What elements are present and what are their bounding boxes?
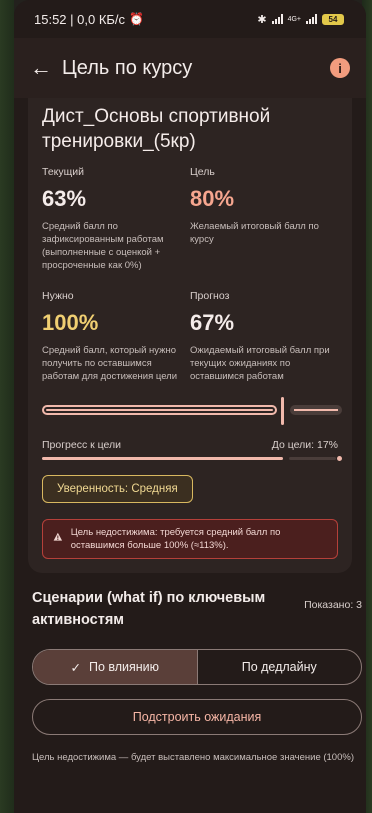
goal-summary-card: Дист_Основы спортивной тренировки_(5кр) … [28, 98, 352, 573]
tab-by-impact-label: По влиянию [88, 660, 160, 674]
alarm-icon: ⏰ [129, 12, 144, 26]
app-screen: 15:52 | 0,0 КБ/с ⏰ ✱ 4G+ 54 ← Цель по ку… [14, 0, 366, 813]
device-frame: 15:52 | 0,0 КБ/с ⏰ ✱ 4G+ 54 ← Цель по ку… [0, 0, 372, 813]
signal-icon-2 [306, 14, 317, 24]
app-bar: ← Цель по курсу i [14, 38, 366, 98]
course-title: Дист_Основы спортивной тренировки_(5кр) [42, 106, 271, 152]
warning-icon [53, 532, 63, 541]
status-bar: 15:52 | 0,0 КБ/с ⏰ ✱ 4G+ 54 [14, 0, 366, 38]
metric-current-value: 63% [42, 186, 87, 211]
metric-need: Нужно 100% Средний балл, который нужно п… [42, 290, 190, 383]
adjust-expectations-button[interactable]: Подстроить ожидания [32, 699, 362, 735]
metrics-row-1: Текущий 63% Средний балл по зафиксирован… [42, 166, 338, 272]
metric-goal: Цель 80% Желаемый итоговый балл по курсу [190, 166, 338, 272]
footer-note: Цель недостижима — будет выставлено макс… [32, 752, 354, 763]
metrics-row-2: Нужно 100% Средний балл, который нужно п… [42, 290, 338, 383]
status-time: 15:52 | 0,0 КБ/с [34, 11, 126, 27]
goal-slider-track[interactable] [42, 405, 277, 415]
sort-segmented-control: ✓ По влиянию По дедлайну [32, 649, 362, 685]
network-type: 4G+ [287, 15, 301, 23]
frame-edge-left [0, 0, 14, 813]
metric-need-value: 100% [42, 310, 99, 335]
battery-level: 54 [328, 14, 338, 24]
metric-goal-label: Цель [190, 166, 215, 178]
confidence-chip[interactable]: Уверенность: Средняя [42, 475, 193, 503]
page-title: Цель по курсу [62, 56, 193, 79]
metric-current-desc: Средний балл по зафиксированным работам … [42, 221, 164, 271]
tab-by-impact[interactable]: ✓ По влиянию [33, 650, 198, 684]
back-arrow-icon[interactable]: ← [30, 55, 62, 81]
progress-fill [42, 457, 283, 460]
alert-text: Цель недостижима: требуется средний балл… [70, 527, 281, 551]
progress-rest [289, 457, 336, 460]
metric-current: Текущий 63% Средний балл по зафиксирован… [42, 166, 190, 272]
goal-slider-rest[interactable] [290, 405, 342, 415]
progress-labels: Прогресс к цели До цели: 17% [42, 439, 338, 451]
metric-need-label: Нужно [42, 290, 74, 302]
unreachable-alert: Цель недостижима: требуется средний балл… [42, 519, 338, 559]
scenarios-title: Сценарии (what if) по ключевым активност… [32, 590, 266, 628]
progress-remaining: До цели: 17% [271, 439, 338, 451]
metric-forecast-desc: Ожидаемый итоговый балл при текущих ожид… [190, 345, 330, 382]
goal-slider-thumb[interactable] [281, 397, 284, 425]
battery-icon: 54 [322, 13, 344, 25]
goal-slider[interactable] [42, 397, 342, 425]
metric-goal-desc: Желаемый итоговый балл по курсу [190, 221, 319, 245]
metric-forecast-label: Прогноз [190, 290, 230, 302]
signal-icon [271, 14, 283, 24]
tab-by-deadline-label: По дедлайну [241, 660, 317, 674]
scenarios-count: Показано: 3 [304, 599, 362, 611]
progress-label: Прогресс к цели [42, 439, 122, 451]
metric-goal-value: 80% [190, 186, 235, 211]
tab-by-deadline[interactable]: По дедлайну [198, 650, 362, 684]
metric-current-label: Текущий [42, 166, 84, 178]
metric-forecast-value: 67% [190, 310, 235, 335]
progress-bar [42, 456, 342, 461]
progress-end-dot [337, 456, 342, 461]
bluetooth-icon: ✱ [257, 13, 267, 26]
scenarios-header: Сценарии (what if) по ключевым активност… [14, 573, 366, 631]
metric-need-desc: Средний балл, который нужно получить по … [42, 345, 178, 382]
metric-forecast: Прогноз 67% Ожидаемый итоговый балл при … [190, 290, 338, 383]
info-icon[interactable]: i [330, 58, 350, 78]
check-icon: ✓ [70, 660, 81, 675]
